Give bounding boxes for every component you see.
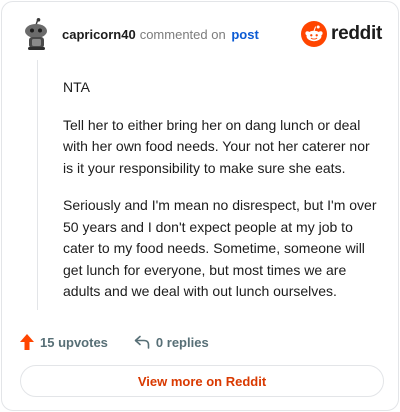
replies-stat[interactable]: 0 replies: [134, 335, 209, 350]
upvotes-count: 15 upvotes: [40, 334, 108, 350]
upvote-arrow-icon: [20, 334, 34, 350]
comment-card: capricorn40 commented on post reddit NTA …: [1, 1, 399, 411]
upvotes-stat[interactable]: 15 upvotes: [20, 334, 108, 350]
comment-paragraph: Tell her to either bring her on dang lun…: [63, 116, 370, 176]
reddit-wordmark: reddit: [331, 23, 382, 44]
comment-body: NTA Tell her to either bring her on dang…: [63, 77, 381, 319]
thread-line: [37, 60, 38, 310]
user-avatar[interactable]: [22, 18, 52, 50]
reddit-logo[interactable]: reddit: [301, 20, 382, 48]
commented-on-text: commented on: [139, 27, 226, 42]
reply-arrow-icon: [134, 335, 150, 349]
comment-meta: capricorn40 commented on post: [62, 27, 259, 42]
comment-paragraph: Seriously and I'm mean no disrespect, bu…: [63, 197, 377, 299]
view-more-button[interactable]: View more on Reddit: [20, 365, 384, 397]
comment-footer: 15 upvotes 0 replies: [20, 332, 209, 352]
username[interactable]: capricorn40: [62, 27, 136, 42]
reddit-snoo-icon: [301, 21, 328, 47]
replies-count: 0 replies: [155, 334, 209, 350]
comment-header: capricorn40 commented on post reddit: [20, 16, 382, 52]
post-link[interactable]: post: [231, 27, 258, 42]
comment-paragraph: NTA: [63, 79, 90, 95]
